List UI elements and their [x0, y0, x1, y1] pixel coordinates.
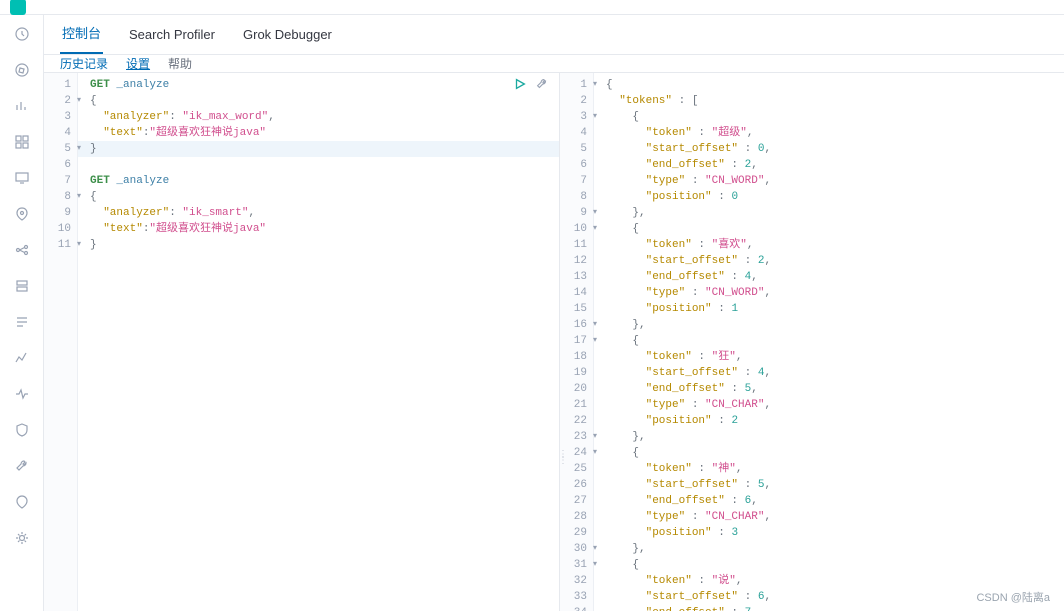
layout: 控制台 Search Profiler Grok Debugger 历史记录 设… [0, 15, 1064, 611]
response-viewer: ⋮⋮ 1234567891011121314151617181920212223… [559, 73, 1064, 611]
ml-icon[interactable] [13, 241, 31, 259]
wrench-icon[interactable] [535, 77, 549, 91]
request-editor[interactable]: 1234567891011 GET _analyze{ "analyzer": … [44, 73, 559, 611]
side-nav [0, 15, 44, 611]
editor-panes: 1234567891011 GET _analyze{ "analyzer": … [44, 73, 1064, 611]
management-icon[interactable] [13, 529, 31, 547]
dashboard-icon[interactable] [13, 133, 31, 151]
maps-icon[interactable] [13, 205, 31, 223]
canvas-icon[interactable] [13, 169, 31, 187]
send-request-icon[interactable] [513, 77, 527, 91]
apm-icon[interactable] [13, 349, 31, 367]
tab-row: 控制台 Search Profiler Grok Debugger [44, 15, 1064, 55]
gutter-right: 1234567891011121314151617181920212223242… [560, 73, 594, 611]
sub-row: 历史记录 设置 帮助 [44, 55, 1064, 73]
uptime-icon[interactable] [13, 385, 31, 403]
tab-search-profiler[interactable]: Search Profiler [127, 17, 217, 54]
gutter-left: 1234567891011 [44, 73, 78, 611]
siem-icon[interactable] [13, 421, 31, 439]
monitoring-icon[interactable] [13, 493, 31, 511]
top-bar [0, 0, 1064, 15]
visualize-icon[interactable] [13, 97, 31, 115]
app-logo-icon [10, 0, 26, 15]
recent-icon[interactable] [13, 25, 31, 43]
settings-link[interactable]: 设置 [126, 55, 150, 72]
tab-console[interactable]: 控制台 [60, 13, 103, 54]
code-left[interactable]: GET _analyze{ "analyzer": "ik_max_word",… [78, 73, 559, 611]
logs-icon[interactable] [13, 313, 31, 331]
infra-icon[interactable] [13, 277, 31, 295]
help-link[interactable]: 帮助 [168, 55, 192, 72]
code-right[interactable]: { "tokens" : [ { "token" : "超级", "start_… [594, 73, 1064, 611]
discover-icon[interactable] [13, 61, 31, 79]
main: 控制台 Search Profiler Grok Debugger 历史记录 设… [44, 15, 1064, 611]
tab-grok-debugger[interactable]: Grok Debugger [241, 17, 334, 54]
history-link[interactable]: 历史记录 [60, 55, 108, 72]
run-controls [513, 77, 549, 91]
devtools-icon[interactable] [13, 457, 31, 475]
watermark: CSDN @陆离a [976, 589, 1050, 605]
